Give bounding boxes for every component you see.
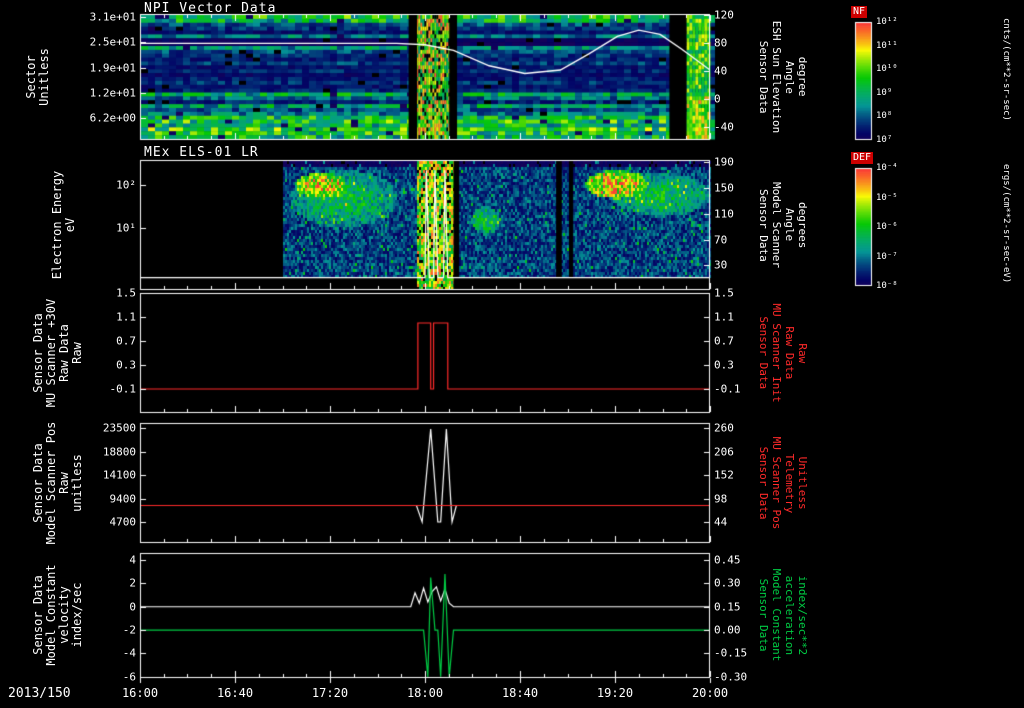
def-colorbar-units-label: ergs/(cm**2-sr-sec-eV) (1001, 164, 1011, 284)
model-constant-left-tick-1: 2 (129, 576, 136, 590)
science-plot-stack: NPI Vector Data MEx ELS-01 LR Sector Uni… (0, 0, 1024, 708)
mu-scanner-30v-left-tick-1: 1.1 (116, 310, 136, 324)
npi-colorbar-tick-0: 10¹² (876, 17, 898, 27)
model-constant-right-tick-3: 0.00 (714, 623, 741, 637)
nf-colorbar-units-label: cnts/(cm**2-sr-sec) (1001, 18, 1011, 121)
npi-colorbar-tick-4: 10⁸ (876, 111, 893, 122)
npi-right-tick-0: 120 (714, 8, 734, 22)
scanner-pos-right-tick-0: 260 (714, 421, 734, 435)
model-constant-left-tick-5: -6 (122, 670, 136, 684)
scanner-pos-left-tick-1: 18800 (102, 445, 136, 458)
model-constant-left-tick-2: 0 (129, 600, 136, 614)
date-label: 2013/150 (8, 686, 71, 701)
els-y-axis-label: Electron Energy eV (50, 170, 77, 280)
mu-scanner-30v-right-tick-0: 1.5 (714, 286, 734, 300)
els-right-tick-3: 70 (714, 233, 728, 247)
npi-right-axis-label: Sensor Data ESH Sun Elevation Angle degr… (757, 20, 809, 134)
model-constant-right-tick-5: -0.30 (714, 670, 748, 684)
x-axis-tick-6: 20:00 (691, 686, 729, 700)
npi-left-tick-2: 1.9e+01 (89, 61, 136, 75)
els-right-tick-0: 190 (714, 155, 734, 169)
mu30v-right-axis-label: Sensor Data MU Scanner Init Raw Data Raw (757, 303, 809, 403)
model-constant-left-tick-3: -2 (122, 623, 136, 637)
model-constant-right-tick-2: 0.15 (714, 600, 741, 614)
scanner-pos-right-tick-2: 152 (714, 468, 734, 482)
scanner-pos-left-tick-2: 14100 (102, 468, 136, 482)
els-right-tick-1: 150 (714, 181, 734, 195)
x-axis-tick-2: 17:20 (311, 686, 349, 700)
scanner-pos-left-tick-3: 9400 (109, 492, 137, 505)
npi-right-tick-3: 0 (714, 92, 721, 106)
x-axis-tick-5: 19:20 (596, 686, 634, 700)
mu-scanner-30v-left-tick-0: 1.5 (116, 286, 136, 300)
mu30v-y-axis-label: Sensor Data MU Scanner +30V Raw Data Raw (31, 298, 84, 408)
velocity-y-axis-label: Sensor Data Model Constant velocity inde… (31, 564, 84, 666)
npi-left-tick-3: 1.2e+01 (89, 86, 136, 100)
scanner-pos-right-axis-label: Sensor Data MU Scanner Pos Telemetry Uni… (757, 436, 809, 530)
npi-left-tick-4: 6.2e+00 (89, 111, 136, 125)
panel-els-title: MEx ELS-01 LR (144, 145, 259, 160)
model-constant-left-tick-4: -4 (122, 646, 136, 660)
x-axis-tick-0: 16:00 (121, 686, 159, 700)
mu-scanner-30v-left-tick-4: -0.1 (109, 382, 137, 396)
scanner-pos-right-tick-4: 44 (714, 515, 728, 529)
scanner-pos-left-tick-4: 4700 (109, 515, 137, 529)
mu-scanner-30v-left-tick-3: 0.3 (116, 358, 136, 372)
npi-y-axis-label: Sector Unitless (24, 48, 51, 106)
npi-right-tick-2: 40 (714, 64, 728, 78)
els-left-tick-1: 10¹ (116, 221, 136, 235)
els-colorbar-tick-0: 10⁻⁴ (876, 163, 898, 173)
npi-right-tick-4: -40 (714, 120, 734, 134)
els-right-tick-2: 110 (714, 207, 734, 221)
mu-scanner-30v-right-tick-2: 0.7 (714, 334, 734, 348)
velocity-right-axis-label: Sensor Data Model Constant acceleration … (757, 568, 809, 662)
mu-scanner-30v-right-tick-4: -0.1 (714, 382, 741, 396)
npi-left-tick-0: 3.1e+01 (89, 10, 136, 24)
npi-colorbar-tick-2: 10¹⁰ (876, 64, 898, 75)
model-constant-right-tick-1: 0.30 (714, 576, 741, 590)
mu-scanner-30v-left-tick-2: 0.7 (116, 334, 136, 348)
scanner-pos-left-tick-0: 23500 (102, 421, 136, 435)
npi-colorbar-tick-5: 10⁷ (876, 135, 893, 145)
x-axis-tick-1: 16:40 (216, 686, 254, 700)
plots-canvas (0, 0, 1024, 708)
npi-colorbar-tick-3: 10⁹ (876, 87, 893, 98)
mu-scanner-30v-right-tick-1: 1.1 (714, 310, 734, 324)
x-axis-tick-4: 18:40 (501, 686, 539, 700)
x-axis-tick-3: 18:00 (406, 686, 444, 700)
npi-right-tick-1: 80 (714, 36, 728, 50)
def-colorbar-label: DEF (851, 152, 874, 164)
els-colorbar-tick-1: 10⁻⁵ (876, 192, 898, 203)
npi-left-tick-1: 2.5e+01 (89, 35, 136, 49)
els-right-tick-4: 30 (714, 258, 728, 272)
mu-scanner-30v-right-tick-3: 0.3 (714, 358, 734, 372)
els-colorbar-tick-4: 10⁻⁸ (876, 281, 898, 291)
scanner-pos-right-tick-1: 206 (714, 445, 734, 459)
els-right-axis-label: Sensor Data Model Scanner Angle degrees (757, 181, 809, 269)
model-constant-right-tick-0: 0.45 (714, 553, 741, 567)
nf-colorbar-label: NF (851, 6, 868, 18)
model-constant-left-tick-0: 4 (129, 553, 136, 567)
els-colorbar-tick-2: 10⁻⁶ (876, 222, 898, 232)
scanner-pos-y-axis-label: Sensor Data Model Scanner Pos Raw unitle… (31, 421, 84, 545)
panel-npi-title: NPI Vector Data (144, 1, 277, 16)
model-constant-right-tick-4: -0.15 (714, 646, 748, 660)
els-colorbar-tick-3: 10⁻⁷ (876, 251, 898, 262)
els-left-tick-0: 10² (116, 178, 136, 192)
npi-colorbar-tick-1: 10¹¹ (876, 40, 898, 51)
scanner-pos-right-tick-3: 98 (714, 492, 728, 506)
